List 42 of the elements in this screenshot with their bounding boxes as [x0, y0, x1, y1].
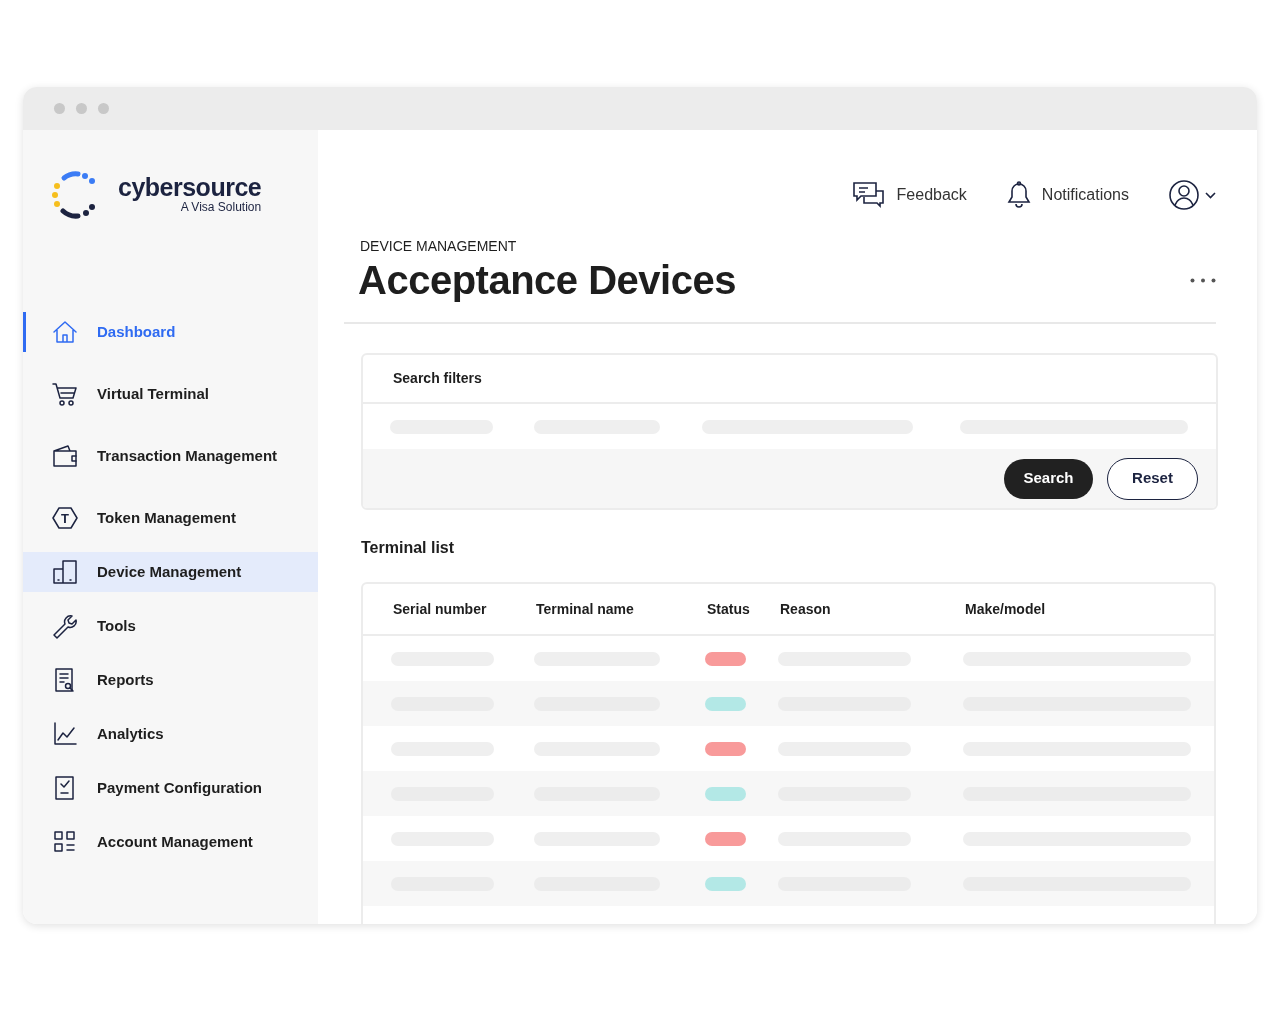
page-title: Acceptance Devices — [358, 257, 736, 303]
section-title: Terminal list — [361, 538, 456, 558]
wallet-icon — [52, 443, 78, 469]
sidebar-item[interactable]: Analytics — [23, 714, 318, 754]
logo-tagline: A Visa Solution — [180, 200, 262, 214]
grid-list-icon — [52, 829, 78, 855]
account-menu-button[interactable] — [1169, 180, 1216, 210]
section-title: Search filters — [393, 369, 482, 388]
chevron-down-icon — [1205, 191, 1216, 199]
feedback-button[interactable]: Feedback — [852, 181, 967, 209]
devices-icon — [52, 559, 78, 585]
window-control-icon[interactable] — [54, 103, 65, 114]
sidebar-item[interactable]: Tools — [23, 606, 318, 646]
sidebar-item[interactable]: Reports — [23, 660, 318, 700]
chat-icon — [852, 181, 884, 209]
wrench-icon — [52, 613, 78, 639]
search-button[interactable]: Search — [1004, 458, 1093, 499]
more-options-icon[interactable] — [1190, 277, 1216, 283]
logo-icon — [52, 169, 98, 219]
cart-icon — [52, 381, 78, 407]
column-header: Make/model — [965, 599, 1047, 619]
hexagon-letter-icon: T — [52, 505, 78, 531]
breadcrumb: DEVICE MANAGEMENT — [360, 237, 518, 255]
column-header: Status — [707, 599, 751, 619]
column-header: Reason — [780, 599, 832, 619]
column-header: Serial number — [393, 599, 488, 619]
notifications-button[interactable]: Notifications — [1006, 181, 1129, 209]
bell-icon — [1006, 181, 1031, 209]
user-avatar-icon — [1169, 180, 1199, 210]
sidebar-item[interactable]: Device Management — [23, 552, 318, 592]
line-chart-icon — [52, 721, 78, 747]
sidebar-item[interactable]: Virtual Terminal — [23, 374, 318, 414]
sidebar-item[interactable]: Transaction Management — [23, 436, 318, 476]
column-header: Terminal name — [536, 599, 635, 619]
home-icon — [52, 319, 78, 345]
reset-button[interactable]: Reset — [1107, 457, 1198, 500]
window-control-icon[interactable] — [76, 103, 87, 114]
window-control-icon[interactable] — [98, 103, 109, 114]
sidebar-item[interactable]: Account Management — [23, 822, 318, 862]
sidebar-item[interactable]: Dashboard — [23, 312, 318, 352]
sidebar-item[interactable]: T Token Management — [23, 498, 318, 538]
sidebar-item[interactable]: Payment Configuration — [23, 768, 318, 808]
